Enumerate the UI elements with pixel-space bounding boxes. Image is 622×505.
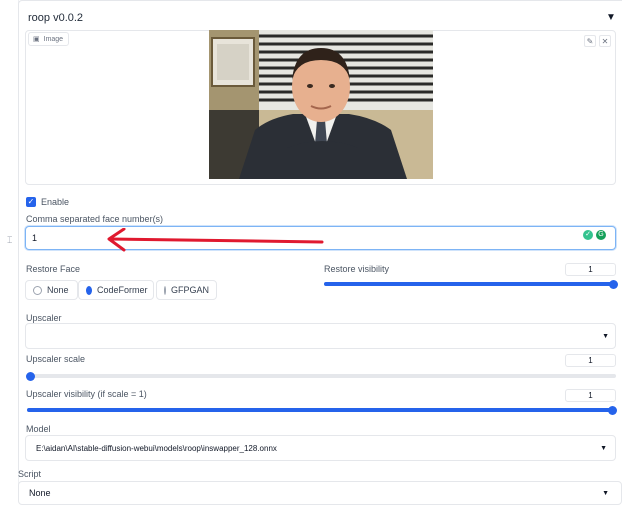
chevron-down-icon: ▼ (600, 444, 607, 452)
restore-codeformer-radio[interactable]: CodeFormer (78, 280, 154, 300)
enable-label: Enable (41, 197, 70, 207)
model-label: Model (26, 424, 51, 434)
collapse-toggle-icon[interactable]: ▼ (606, 12, 616, 23)
restore-visibility-fill (324, 282, 613, 286)
upscaler-visibility-label: Upscaler visibility (if scale = 1) (26, 389, 147, 399)
restore-none-radio[interactable]: None (25, 280, 78, 300)
radio-dot (164, 285, 166, 295)
upscaler-label: Upscaler (26, 313, 62, 323)
close-icon[interactable]: ✕ (599, 35, 611, 47)
upscaler-visibility-track[interactable] (27, 408, 613, 412)
chevron-down-icon: ▼ (602, 332, 609, 340)
radio-dot (33, 285, 42, 295)
upscaler-scale-label: Upscaler scale (26, 354, 86, 364)
cursor-icon: ⌶ (7, 235, 13, 245)
upscaler-scale-thumb[interactable] (26, 372, 35, 381)
annotation-arrow-icon (107, 228, 324, 252)
enable-checkbox[interactable]: ✓ (26, 197, 36, 207)
model-select[interactable]: E:\aidan\AI\stable-diffusion-webui\model… (25, 435, 616, 461)
face-numbers-label: Comma separated face number(s) (26, 214, 164, 224)
script-select[interactable]: None ▼ (18, 481, 622, 505)
pin-icon[interactable]: ✓ (583, 230, 593, 240)
chevron-down-icon: ▼ (602, 489, 609, 497)
image-label: ▣ Image (28, 32, 70, 46)
restore-visibility-track[interactable] (324, 282, 613, 286)
restore-gfpgan-radio[interactable]: GFPGAN (156, 280, 217, 300)
restore-visibility-thumb[interactable] (609, 280, 618, 289)
edit-icon[interactable]: ✎ (584, 35, 596, 47)
restore-face-label: Restore Face (26, 264, 81, 274)
image-icon: ▣ (33, 36, 40, 43)
left-gutter (0, 0, 19, 500)
upscaler-scale-number[interactable]: 1 (565, 354, 616, 367)
restore-visibility-label: Restore visibility (324, 264, 390, 274)
grammar-icon[interactable]: G (596, 230, 606, 240)
radio-dot (86, 285, 92, 295)
upscaler-visibility-thumb[interactable] (608, 406, 617, 415)
source-face-image (209, 30, 433, 179)
extension-title: roop v0.0.2 (28, 12, 84, 24)
upscaler-visibility-number[interactable]: 1 (565, 389, 616, 402)
upscaler-scale-track[interactable] (27, 374, 616, 378)
upscaler-visibility-fill (27, 408, 613, 412)
restore-visibility-number[interactable]: 1 (565, 263, 616, 276)
script-label: Script (18, 469, 42, 479)
upscaler-select[interactable]: ▼ (25, 323, 616, 349)
